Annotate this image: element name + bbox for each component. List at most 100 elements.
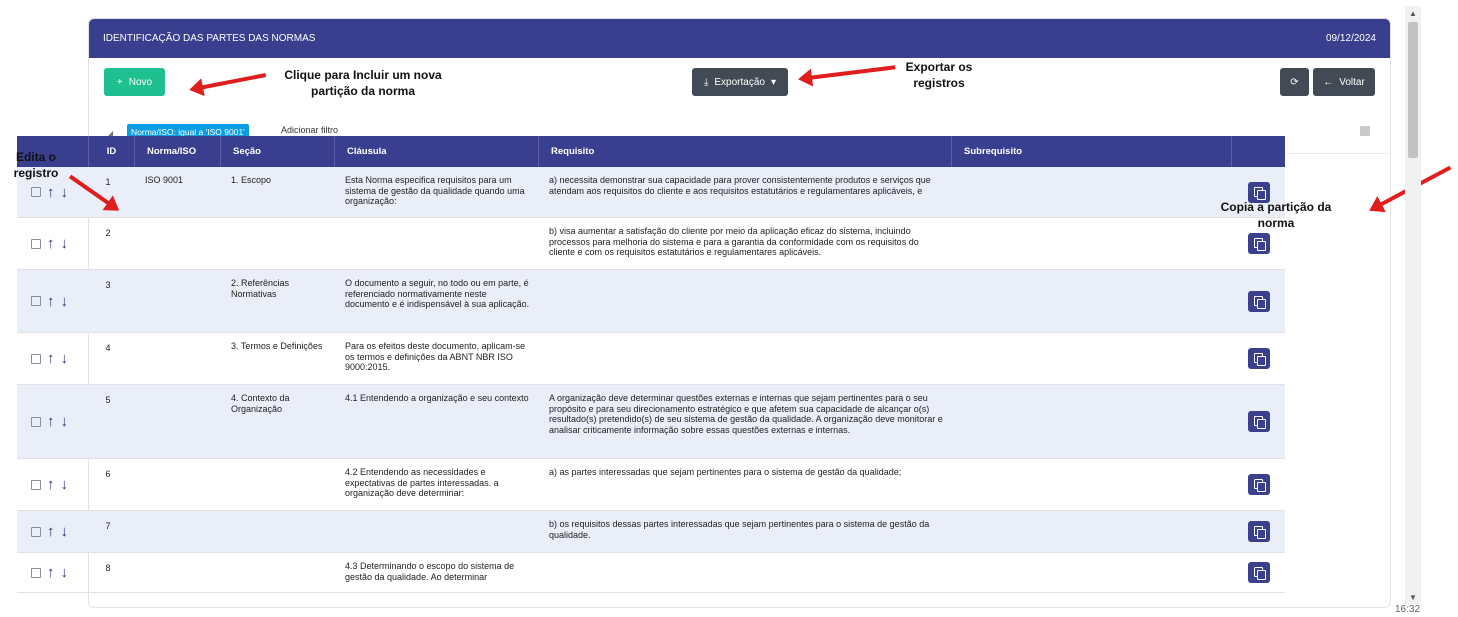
arrow-up-icon[interactable]: ↑ [47, 524, 55, 539]
edit-icon[interactable] [31, 187, 41, 197]
refresh-button[interactable]: ⟳ [1280, 68, 1309, 96]
cell-secao: 3. Termos e Definições [231, 341, 323, 351]
row-actions: ↑ ↓ [17, 385, 89, 458]
arrow-up-icon[interactable]: ↑ [47, 565, 55, 580]
cell-subrequisito [952, 270, 1232, 332]
copy-icon[interactable] [1247, 474, 1270, 495]
row-actions: ↑ ↓ [17, 218, 89, 269]
header-date: 09/12/2024 [1325, 33, 1376, 44]
cell-subrequisito [952, 459, 1232, 510]
cell-norma [135, 333, 221, 384]
cell-id: 4 [105, 343, 111, 353]
header-secao[interactable]: Seção [221, 136, 335, 167]
row-actions: ↑ ↓ [17, 511, 89, 552]
arrow-up-icon[interactable]: ↑ [47, 477, 55, 492]
arrow-up-icon[interactable]: ↑ [47, 351, 55, 366]
cell-requisito [539, 553, 952, 592]
cell-requisito: A organização deve determinar questões e… [549, 393, 943, 435]
cell-secao [221, 459, 335, 510]
cell-secao: 4. Contexto da Organização [231, 393, 290, 414]
row-actions: ↑ ↓ [17, 333, 89, 384]
cell-norma [135, 270, 221, 332]
arrow-up-icon[interactable]: ↑ [47, 185, 55, 200]
table-row: ↑ ↓ 6 4.2 Entendendo as necessidades e e… [17, 459, 1285, 511]
cell-subrequisito [952, 553, 1232, 592]
cell-id: 6 [105, 469, 111, 479]
cell-subrequisito [952, 511, 1232, 552]
arrow-down-icon[interactable]: ↓ [61, 524, 69, 539]
arrow-up-icon[interactable]: ↑ [47, 294, 55, 309]
cell-secao: 1. Escopo [231, 175, 272, 185]
arrow-up-icon[interactable]: ↑ [47, 414, 55, 429]
data-table: ID Norma/ISO Seção Cláusula Requisito Su… [17, 136, 1285, 593]
cell-requisito: a) as partes interessadas que sejam pert… [549, 467, 902, 477]
edit-icon[interactable] [31, 479, 41, 490]
caret-down-icon: ▾ [770, 76, 777, 88]
arrow-down-icon[interactable]: ↓ [61, 236, 69, 251]
copy-icon[interactable] [1247, 521, 1270, 542]
edit-icon[interactable] [31, 238, 41, 249]
edit-icon[interactable] [31, 567, 41, 578]
cell-secao [221, 553, 335, 592]
cell-id: 8 [105, 563, 111, 573]
page-title: IDENTIFICAÇÃO DAS PARTES DAS NORMAS [103, 33, 316, 44]
vertical-scrollbar[interactable]: ▲ ▼ [1405, 6, 1421, 604]
cell-id: 7 [105, 521, 111, 531]
row-copy [1232, 333, 1285, 384]
header-subrequisito[interactable]: Subrequisito [952, 136, 1232, 167]
arrow-down-icon[interactable]: ↓ [61, 185, 69, 200]
copy-icon[interactable] [1247, 290, 1270, 312]
arrow-down-icon[interactable]: ↓ [61, 351, 69, 366]
edit-icon[interactable] [31, 416, 41, 427]
header-norma[interactable]: Norma/ISO [135, 136, 221, 167]
edit-icon[interactable] [31, 296, 41, 306]
cell-requisito: b) visa aumentar a satisfação do cliente… [549, 226, 919, 257]
cell-norma [135, 553, 221, 592]
header-id[interactable]: ID [89, 136, 135, 167]
cell-requisito [539, 333, 952, 384]
arrow-down-icon[interactable]: ↓ [61, 477, 69, 492]
cell-norma [135, 511, 221, 552]
export-button[interactable]: ⤓ Exportação ▾ [692, 68, 788, 96]
cell-subrequisito [952, 333, 1232, 384]
arrow-down-icon[interactable]: ↓ [61, 294, 69, 309]
voltar-button[interactable]: ← Voltar [1313, 68, 1375, 96]
copy-icon[interactable] [1247, 233, 1270, 254]
cell-clausula: 4.1 Entendendo a organização e seu conte… [345, 393, 529, 403]
header-clausula[interactable]: Cláusula [335, 136, 539, 167]
scroll-thumb[interactable] [1408, 22, 1418, 158]
arrow-left-icon: ← [1323, 76, 1334, 88]
scroll-down-icon[interactable]: ▼ [1409, 593, 1417, 602]
copy-icon[interactable] [1247, 562, 1270, 583]
edit-icon[interactable] [31, 526, 41, 537]
copy-icon[interactable] [1247, 411, 1270, 432]
header-copy [1232, 136, 1285, 167]
table-body: ↑ ↓ 1 ISO 9001 1. Escopo Esta Norma espe… [17, 167, 1285, 593]
arrow-up-icon[interactable]: ↑ [47, 236, 55, 251]
novo-button[interactable]: + Novo [104, 68, 165, 96]
cell-clausula: Para os efeitos deste documento, aplicam… [345, 341, 526, 372]
edit-icon[interactable] [31, 353, 41, 364]
row-actions: ↑ ↓ [17, 270, 89, 332]
add-filter-link[interactable]: Adicionar filtro [281, 125, 338, 135]
page-header: IDENTIFICAÇÃO DAS PARTES DAS NORMAS 09/1… [89, 19, 1390, 58]
arrow-down-icon[interactable]: ↓ [61, 414, 69, 429]
cell-id: 3 [105, 280, 111, 290]
save-icon[interactable] [1360, 126, 1370, 136]
annotation-copy: Copia a partição da norma [1220, 200, 1332, 230]
cell-subrequisito [952, 385, 1232, 458]
cell-secao [221, 511, 335, 552]
table-row: ↑ ↓ 5 4. Contexto da Organização 4.1 Ent… [17, 385, 1285, 459]
cell-clausula [335, 218, 539, 269]
export-label: Exportação [714, 76, 765, 88]
scroll-up-icon[interactable]: ▲ [1409, 9, 1417, 18]
download-icon: ⤓ [703, 76, 709, 88]
header-requisito[interactable]: Requisito [539, 136, 952, 167]
table-header: ID Norma/ISO Seção Cláusula Requisito Su… [17, 136, 1285, 167]
clock: 16:32 [1395, 604, 1421, 615]
arrow-down-icon[interactable]: ↓ [61, 565, 69, 580]
copy-icon[interactable] [1247, 348, 1270, 369]
annotation-export: Exportar os registros [905, 60, 973, 90]
voltar-label: Voltar [1339, 76, 1365, 88]
table-row: ↑ ↓ 7 b) os requisitos dessas partes int… [17, 511, 1285, 553]
